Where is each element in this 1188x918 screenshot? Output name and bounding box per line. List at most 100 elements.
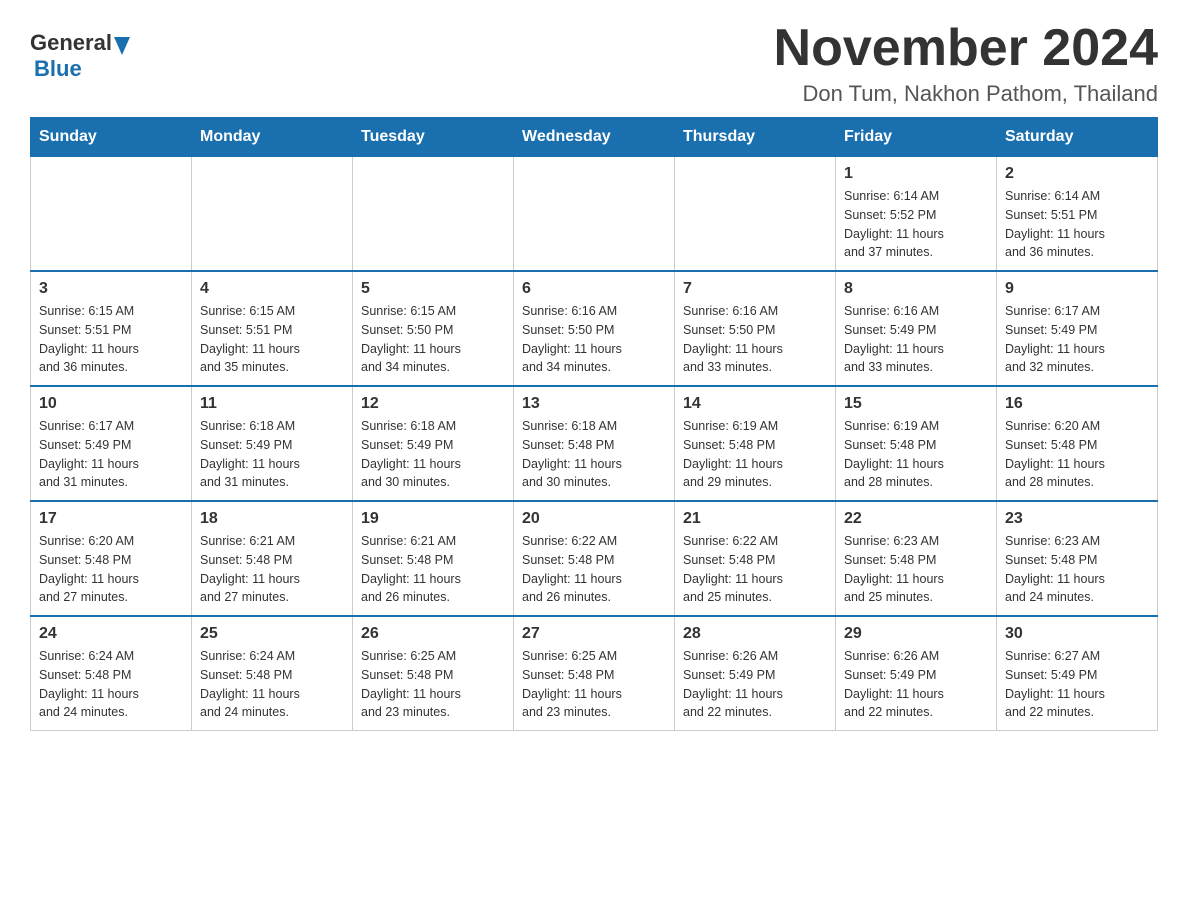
day-number: 18 bbox=[200, 510, 344, 528]
day-info: Sunrise: 6:15 AM Sunset: 5:50 PM Dayligh… bbox=[361, 302, 505, 377]
day-number: 6 bbox=[522, 280, 666, 298]
calendar-cell: 14 Sunrise: 6:19 AM Sunset: 5:48 PM Dayli… bbox=[675, 386, 836, 501]
calendar-week-row: 17 Sunrise: 6:20 AM Sunset: 5:48 PM Dayli… bbox=[31, 501, 1158, 616]
calendar-cell: 26 Sunrise: 6:25 AM Sunset: 5:48 PM Dayli… bbox=[353, 616, 514, 731]
day-info: Sunrise: 6:23 AM Sunset: 5:48 PM Dayligh… bbox=[1005, 532, 1149, 607]
page-header: General Blue November 2024 Don Tum, Nakh… bbox=[30, 20, 1158, 107]
calendar-cell: 21 Sunrise: 6:22 AM Sunset: 5:48 PM Dayli… bbox=[675, 501, 836, 616]
calendar-cell bbox=[514, 157, 675, 272]
calendar-week-row: 24Sunrise: 6:24 AM Sunset: 5:48 PM Dayli… bbox=[31, 616, 1158, 731]
day-number: 5 bbox=[361, 280, 505, 298]
day-info: Sunrise: 6:25 AM Sunset: 5:48 PM Dayligh… bbox=[522, 647, 666, 722]
logo-blue-text: Blue bbox=[34, 56, 134, 82]
calendar-cell: 29 Sunrise: 6:26 AM Sunset: 5:49 PM Dayli… bbox=[836, 616, 997, 731]
day-number: 1 bbox=[844, 165, 988, 183]
day-number: 25 bbox=[200, 625, 344, 643]
calendar-cell: 1 Sunrise: 6:14 AM Sunset: 5:52 PM Daylig… bbox=[836, 157, 997, 272]
day-info: Sunrise: 6:18 AM Sunset: 5:49 PM Dayligh… bbox=[361, 417, 505, 492]
day-number: 21 bbox=[683, 510, 827, 528]
day-number: 26 bbox=[361, 625, 505, 643]
calendar-cell: 7 Sunrise: 6:16 AM Sunset: 5:50 PM Daylig… bbox=[675, 271, 836, 386]
calendar-cell: 4 Sunrise: 6:15 AM Sunset: 5:51 PM Daylig… bbox=[192, 271, 353, 386]
day-info: Sunrise: 6:22 AM Sunset: 5:48 PM Dayligh… bbox=[683, 532, 827, 607]
calendar-table: SundayMondayTuesdayWednesdayThursdayFrid… bbox=[30, 117, 1158, 731]
day-number: 14 bbox=[683, 395, 827, 413]
calendar-cell: 10 Sunrise: 6:17 AM Sunset: 5:49 PM Dayli… bbox=[31, 386, 192, 501]
day-number: 22 bbox=[844, 510, 988, 528]
day-number: 7 bbox=[683, 280, 827, 298]
calendar-cell: 11 Sunrise: 6:18 AM Sunset: 5:49 PM Dayli… bbox=[192, 386, 353, 501]
day-info: Sunrise: 6:24 AM Sunset: 5:48 PM Dayligh… bbox=[39, 647, 183, 722]
calendar-week-row: 1 Sunrise: 6:14 AM Sunset: 5:52 PM Daylig… bbox=[31, 157, 1158, 272]
calendar-week-row: 3 Sunrise: 6:15 AM Sunset: 5:51 PM Daylig… bbox=[31, 271, 1158, 386]
day-info: Sunrise: 6:22 AM Sunset: 5:48 PM Dayligh… bbox=[522, 532, 666, 607]
calendar-header-friday: Friday bbox=[836, 118, 997, 157]
day-number: 3 bbox=[39, 280, 183, 298]
calendar-cell: 13 Sunrise: 6:18 AM Sunset: 5:48 PM Dayli… bbox=[514, 386, 675, 501]
logo: General Blue bbox=[30, 30, 134, 82]
calendar-cell: 19Sunrise: 6:21 AM Sunset: 5:48 PM Dayli… bbox=[353, 501, 514, 616]
calendar-header-wednesday: Wednesday bbox=[514, 118, 675, 157]
day-number: 30 bbox=[1005, 625, 1149, 643]
calendar-cell: 2Sunrise: 6:14 AM Sunset: 5:51 PM Daylig… bbox=[997, 157, 1158, 272]
day-number: 4 bbox=[200, 280, 344, 298]
calendar-cell bbox=[675, 157, 836, 272]
day-info: Sunrise: 6:26 AM Sunset: 5:49 PM Dayligh… bbox=[844, 647, 988, 722]
calendar-cell: 16 Sunrise: 6:20 AM Sunset: 5:48 PM Dayli… bbox=[997, 386, 1158, 501]
logo-general-text: General bbox=[30, 30, 112, 56]
calendar-header-thursday: Thursday bbox=[675, 118, 836, 157]
calendar-cell: 6 Sunrise: 6:16 AM Sunset: 5:50 PM Daylig… bbox=[514, 271, 675, 386]
day-number: 23 bbox=[1005, 510, 1149, 528]
day-info: Sunrise: 6:19 AM Sunset: 5:48 PM Dayligh… bbox=[683, 417, 827, 492]
day-number: 13 bbox=[522, 395, 666, 413]
day-info: Sunrise: 6:26 AM Sunset: 5:49 PM Dayligh… bbox=[683, 647, 827, 722]
day-info: Sunrise: 6:15 AM Sunset: 5:51 PM Dayligh… bbox=[200, 302, 344, 377]
day-number: 11 bbox=[200, 395, 344, 413]
calendar-header-row: SundayMondayTuesdayWednesdayThursdayFrid… bbox=[31, 118, 1158, 157]
day-info: Sunrise: 6:18 AM Sunset: 5:48 PM Dayligh… bbox=[522, 417, 666, 492]
day-info: Sunrise: 6:27 AM Sunset: 5:49 PM Dayligh… bbox=[1005, 647, 1149, 722]
day-number: 29 bbox=[844, 625, 988, 643]
calendar-cell: 25 Sunrise: 6:24 AM Sunset: 5:48 PM Dayli… bbox=[192, 616, 353, 731]
day-number: 27 bbox=[522, 625, 666, 643]
day-info: Sunrise: 6:17 AM Sunset: 5:49 PM Dayligh… bbox=[39, 417, 183, 492]
day-info: Sunrise: 6:15 AM Sunset: 5:51 PM Dayligh… bbox=[39, 302, 183, 377]
calendar-cell: 18Sunrise: 6:21 AM Sunset: 5:48 PM Dayli… bbox=[192, 501, 353, 616]
day-info: Sunrise: 6:14 AM Sunset: 5:52 PM Dayligh… bbox=[844, 187, 988, 262]
day-info: Sunrise: 6:19 AM Sunset: 5:48 PM Dayligh… bbox=[844, 417, 988, 492]
day-info: Sunrise: 6:17 AM Sunset: 5:49 PM Dayligh… bbox=[1005, 302, 1149, 377]
calendar-header-tuesday: Tuesday bbox=[353, 118, 514, 157]
day-number: 28 bbox=[683, 625, 827, 643]
calendar-cell: 22Sunrise: 6:23 AM Sunset: 5:48 PM Dayli… bbox=[836, 501, 997, 616]
calendar-cell: 5 Sunrise: 6:15 AM Sunset: 5:50 PM Daylig… bbox=[353, 271, 514, 386]
calendar-header-saturday: Saturday bbox=[997, 118, 1158, 157]
day-info: Sunrise: 6:16 AM Sunset: 5:50 PM Dayligh… bbox=[683, 302, 827, 377]
day-info: Sunrise: 6:16 AM Sunset: 5:49 PM Dayligh… bbox=[844, 302, 988, 377]
calendar-cell: 12 Sunrise: 6:18 AM Sunset: 5:49 PM Dayli… bbox=[353, 386, 514, 501]
calendar-cell: 8Sunrise: 6:16 AM Sunset: 5:49 PM Daylig… bbox=[836, 271, 997, 386]
day-number: 16 bbox=[1005, 395, 1149, 413]
calendar-cell: 27 Sunrise: 6:25 AM Sunset: 5:48 PM Dayli… bbox=[514, 616, 675, 731]
day-info: Sunrise: 6:24 AM Sunset: 5:48 PM Dayligh… bbox=[200, 647, 344, 722]
calendar-cell bbox=[192, 157, 353, 272]
day-number: 17 bbox=[39, 510, 183, 528]
day-number: 12 bbox=[361, 395, 505, 413]
day-info: Sunrise: 6:20 AM Sunset: 5:48 PM Dayligh… bbox=[1005, 417, 1149, 492]
calendar-cell: 28 Sunrise: 6:26 AM Sunset: 5:49 PM Dayli… bbox=[675, 616, 836, 731]
calendar-cell: 15Sunrise: 6:19 AM Sunset: 5:48 PM Dayli… bbox=[836, 386, 997, 501]
page-subtitle: Don Tum, Nakhon Pathom, Thailand bbox=[774, 81, 1158, 107]
day-info: Sunrise: 6:20 AM Sunset: 5:48 PM Dayligh… bbox=[39, 532, 183, 607]
calendar-cell: 20Sunrise: 6:22 AM Sunset: 5:48 PM Dayli… bbox=[514, 501, 675, 616]
day-info: Sunrise: 6:18 AM Sunset: 5:49 PM Dayligh… bbox=[200, 417, 344, 492]
day-number: 10 bbox=[39, 395, 183, 413]
day-info: Sunrise: 6:21 AM Sunset: 5:48 PM Dayligh… bbox=[361, 532, 505, 607]
day-info: Sunrise: 6:25 AM Sunset: 5:48 PM Dayligh… bbox=[361, 647, 505, 722]
calendar-week-row: 10 Sunrise: 6:17 AM Sunset: 5:49 PM Dayli… bbox=[31, 386, 1158, 501]
calendar-cell: 23 Sunrise: 6:23 AM Sunset: 5:48 PM Dayli… bbox=[997, 501, 1158, 616]
calendar-cell: 3 Sunrise: 6:15 AM Sunset: 5:51 PM Daylig… bbox=[31, 271, 192, 386]
title-area: November 2024 Don Tum, Nakhon Pathom, Th… bbox=[774, 20, 1158, 107]
calendar-cell bbox=[31, 157, 192, 272]
day-number: 2 bbox=[1005, 165, 1149, 183]
day-info: Sunrise: 6:16 AM Sunset: 5:50 PM Dayligh… bbox=[522, 302, 666, 377]
calendar-cell: 17 Sunrise: 6:20 AM Sunset: 5:48 PM Dayli… bbox=[31, 501, 192, 616]
